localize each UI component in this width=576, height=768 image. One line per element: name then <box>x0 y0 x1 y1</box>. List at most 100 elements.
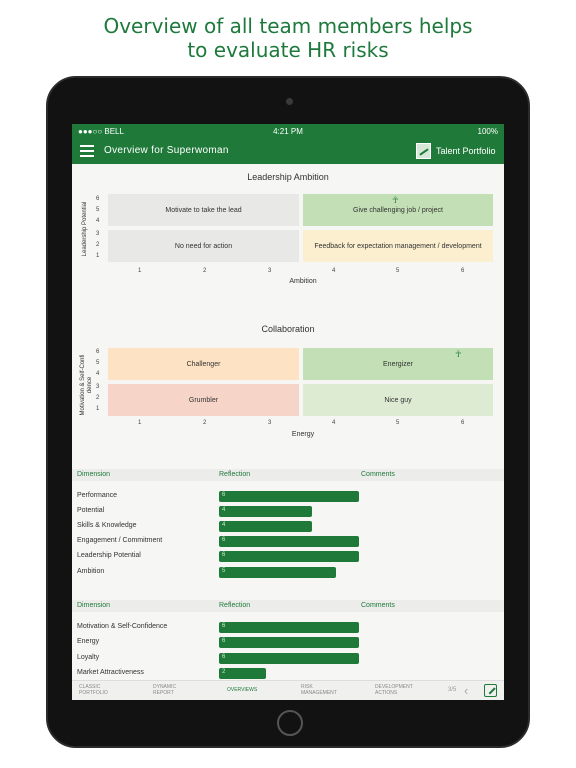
row-label: Potential <box>77 507 105 514</box>
row-label: Energy <box>77 638 100 645</box>
cell-challenger[interactable]: Challenger <box>108 348 299 380</box>
collaboration-ylabel: Motivation & Self-Confi dence <box>80 354 93 416</box>
reflection-bar: 4 <box>219 506 312 517</box>
reflection-bar: 6 <box>219 551 359 562</box>
tab-development-actions[interactable]: DEVELOPMENT ACTIONS <box>375 684 413 696</box>
bar-value: 6 <box>222 654 226 660</box>
ytick: 1 <box>96 406 100 412</box>
row-label: Market Attractiveness <box>77 669 144 676</box>
reflection-bar: 6 <box>219 637 359 648</box>
row-label: Motivation & Self-Confidence <box>77 623 168 630</box>
reflection-bar: 6 <box>219 536 359 547</box>
tab-classic-portfolio[interactable]: CLASSIC PORTFOLIO <box>79 684 108 696</box>
ytick: 5 <box>96 360 100 366</box>
battery-label: 100% <box>477 127 498 136</box>
promo-line-1: Overview of all team members helps <box>103 14 473 38</box>
ytick: 3 <box>96 231 100 237</box>
row-label: Engagement / Commitment <box>77 537 163 544</box>
collaboration-yticks: 6 5 4 3 2 1 <box>96 349 106 419</box>
page-indicator: 3/5 <box>448 687 457 693</box>
ytick: 1 <box>96 253 100 259</box>
ytick: 3 <box>96 384 100 390</box>
cell-no-action[interactable]: No need for action <box>108 230 299 262</box>
tab-line: ACTIONS <box>375 690 398 696</box>
bar-value: 6 <box>222 537 226 543</box>
xtick: 3 <box>268 420 272 426</box>
talent-portfolio-button[interactable]: Talent Portfolio <box>436 146 496 156</box>
reflection-bar: 2 <box>219 668 266 679</box>
camera-icon <box>286 98 293 105</box>
bar-value: 2 <box>222 669 226 675</box>
cell-grumbler[interactable]: Grumbler <box>108 384 299 416</box>
table1-header: Dimension Reflection Comments <box>72 469 504 481</box>
chevron-left-icon[interactable]: ‹ <box>464 684 476 698</box>
ytick: 4 <box>96 371 100 377</box>
tab-line: OVERVIEWS <box>227 687 258 693</box>
header-comments: Comments <box>361 471 395 478</box>
cell-nice-guy[interactable]: Nice guy <box>303 384 493 416</box>
header-dimension: Dimension <box>77 602 111 609</box>
cell-motivate[interactable]: Motivate to take the lead <box>108 194 299 226</box>
cell-feedback[interactable]: Feedback for expectation management / de… <box>303 230 493 262</box>
bar-value: 5 <box>222 568 226 574</box>
header-reflection: Reflection <box>219 471 251 478</box>
reflection-bar: 6 <box>219 653 359 664</box>
cell-energizer-label: Energizer <box>383 360 413 368</box>
home-button[interactable] <box>277 710 303 736</box>
bottom-tab-bar: CLASSIC PORTFOLIO DYNAMIC REPORT OVERVIE… <box>72 680 504 700</box>
row-label: Performance <box>77 492 118 499</box>
leadership-yticks: 6 5 4 3 2 1 <box>96 196 106 266</box>
bar-value: 4 <box>222 507 226 513</box>
row-label: Skills & Knowledge <box>77 522 137 529</box>
share-icon[interactable] <box>484 684 497 697</box>
collaboration-title: Collaboration <box>261 324 315 334</box>
tab-line: REPORT <box>153 690 174 696</box>
bar-value: 6 <box>222 552 226 558</box>
portfolio-icon[interactable] <box>416 143 431 159</box>
collaboration-xlabel: Energy <box>291 431 315 438</box>
tab-overviews[interactable]: OVERVIEWS <box>227 687 257 693</box>
nav-bar: Overview for Superwoman Talent Portfolio <box>72 140 504 164</box>
ytick: 4 <box>96 218 100 224</box>
xtick: 1 <box>138 420 142 426</box>
reflection-bar: 6 <box>219 491 359 502</box>
xtick: 2 <box>203 268 207 274</box>
reflection-bar: 6 <box>219 622 359 633</box>
table2-header: Dimension Reflection Comments <box>72 600 504 612</box>
app-screen: ●●●○○ BELL 4:21 PM 100% Overview for Sup… <box>72 124 504 700</box>
xtick: 5 <box>396 268 400 274</box>
cell-energizer[interactable]: ☥ Energizer <box>303 348 493 380</box>
leadership-matrix: Motivate to take the lead ☥ Give challen… <box>108 194 498 266</box>
xtick: 3 <box>268 268 272 274</box>
leadership-xlabel: Ambition <box>289 278 317 285</box>
leadership-ylabel: Leadership Potential <box>82 201 88 257</box>
hamburger-icon[interactable] <box>80 145 94 157</box>
row-label: Ambition <box>77 568 105 575</box>
header-comments: Comments <box>361 602 395 609</box>
tab-line: MANAGEMENT <box>301 690 337 696</box>
leadership-title: Leadership Ambition <box>247 172 329 182</box>
ytick: 2 <box>96 242 100 248</box>
header-dimension: Dimension <box>77 471 111 478</box>
ytick: 5 <box>96 207 100 213</box>
bar-value: 4 <box>222 522 226 528</box>
tab-line: PORTFOLIO <box>79 690 108 696</box>
reflection-bar: 5 <box>219 567 336 578</box>
xtick: 4 <box>332 268 336 274</box>
ytick: 6 <box>96 349 100 355</box>
cell-challenging-job[interactable]: ☥ Give challenging job / project <box>303 194 493 226</box>
xtick: 2 <box>203 420 207 426</box>
xtick: 6 <box>461 420 465 426</box>
tab-dynamic-report[interactable]: DYNAMIC REPORT <box>153 684 176 696</box>
tab-risk-management[interactable]: RISK MANAGEMENT <box>301 684 337 696</box>
person-icon: ☥ <box>455 349 462 359</box>
bar-value: 6 <box>222 623 226 629</box>
status-bar: ●●●○○ BELL 4:21 PM 100% <box>72 124 504 140</box>
bar-value: 6 <box>222 492 226 498</box>
bar-value: 6 <box>222 638 226 644</box>
xtick: 4 <box>332 420 336 426</box>
clock: 4:21 PM <box>273 127 303 136</box>
header-reflection: Reflection <box>219 602 251 609</box>
promo-headline: Overview of all team members helps to ev… <box>0 14 576 62</box>
row-label: Loyalty <box>77 654 100 661</box>
